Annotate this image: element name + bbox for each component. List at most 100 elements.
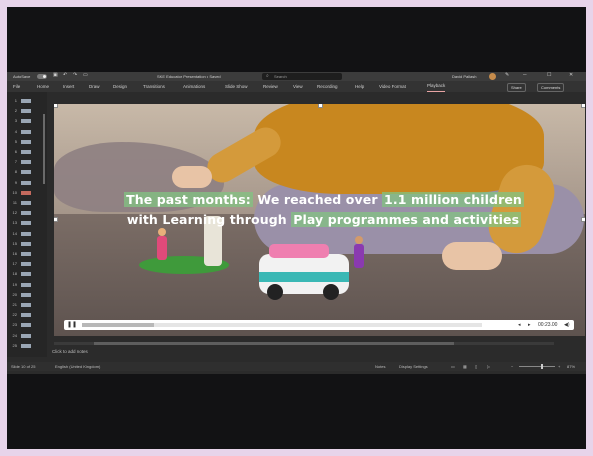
zoom-in-icon[interactable]: +	[558, 362, 560, 371]
slide-thumbnail[interactable]: 17	[9, 261, 45, 267]
volume-icon[interactable]: ◀)	[564, 320, 570, 330]
tab-design[interactable]: Design	[113, 81, 127, 92]
slide-canvas[interactable]: The past months: We reached over 1.1 mil…	[54, 104, 585, 336]
zoom-out-icon[interactable]: −	[511, 362, 513, 371]
slide-thumbnail[interactable]: 8	[9, 169, 45, 175]
slide-thumbnail[interactable]: 24	[9, 333, 45, 339]
undo-icon[interactable]: ↶	[63, 72, 67, 79]
slide-thumbnail-preview	[21, 252, 31, 256]
slide-thumbnail[interactable]: 15	[9, 241, 45, 247]
scrollbar-thumb[interactable]	[94, 342, 454, 345]
tab-view[interactable]: View	[293, 81, 303, 92]
tab-file[interactable]: File	[13, 81, 20, 92]
reading-view-icon[interactable]: ▯	[475, 362, 477, 371]
minimize-icon[interactable]: ─	[523, 72, 527, 79]
tab-review[interactable]: Review	[263, 81, 278, 92]
comments-button[interactable]: Comments	[537, 83, 565, 92]
zoom-level[interactable]: 87%	[567, 362, 575, 371]
slide-thumbnail-number: 8	[14, 169, 17, 175]
zoom-slider[interactable]	[519, 364, 555, 369]
save-icon[interactable]: ▣	[53, 72, 58, 79]
slide-thumbnail[interactable]: 13	[9, 220, 45, 226]
search-placeholder: Search	[274, 74, 287, 79]
slide-thumbnail-number: 17	[12, 261, 17, 267]
pause-icon[interactable]: ❚❚	[67, 322, 77, 328]
slide-thumbnail-number: 14	[12, 230, 17, 236]
present-icon[interactable]: ▭	[83, 72, 88, 79]
slide-thumbnail-preview	[21, 119, 31, 124]
user-name[interactable]: David Pallash	[452, 72, 476, 81]
avatar[interactable]	[489, 73, 496, 80]
slide-thumbnail[interactable]: 23	[9, 322, 45, 328]
display-settings-button[interactable]: Display Settings	[399, 362, 428, 371]
slide-thumbnail[interactable]: 12	[9, 210, 45, 216]
slide-sorter-icon[interactable]: ▦	[463, 362, 467, 371]
slide-thumbnail[interactable]: 3	[9, 118, 45, 124]
slide-thumbnail-preview	[21, 323, 31, 328]
title-bar: AutoSave ▣ ↶ ↷ ▭ SKE Educator Presentati…	[7, 72, 586, 81]
tab-home[interactable]: Home	[37, 81, 49, 92]
resize-handle[interactable]	[54, 217, 58, 222]
slide-thumbnail-preview	[21, 129, 31, 134]
document-title[interactable]: SKE Educator Presentation • Saved	[157, 72, 221, 81]
child-hand-right	[442, 242, 502, 270]
slide-thumbnail-number: 15	[12, 240, 17, 246]
tab-video-format[interactable]: Video Format	[379, 81, 406, 92]
video-progress-track[interactable]	[82, 323, 482, 327]
slide-thumbnail[interactable]: 2	[9, 108, 45, 114]
slide-thumbnail-number: 20	[12, 291, 17, 297]
rewind-icon[interactable]: ◂	[518, 320, 521, 330]
notes-button[interactable]: Notes	[375, 362, 385, 371]
slide-thumbnail[interactable]: 22	[9, 312, 45, 318]
slide-thumbnail-number: 10	[12, 189, 17, 195]
slide-thumbnail[interactable]: 10	[9, 190, 45, 196]
search-box[interactable]: ⌕ Search	[262, 73, 342, 80]
slide-caption[interactable]: The past months: We reached over 1.1 mil…	[99, 190, 549, 230]
tab-help[interactable]: Help	[355, 81, 364, 92]
slide-thumbnail-preview	[21, 160, 31, 165]
slide-thumbnail[interactable]: 20	[9, 292, 45, 298]
video-progress-fill	[82, 323, 154, 327]
slide-thumbnail[interactable]: 18	[9, 271, 45, 277]
slide-thumbnail[interactable]: 19	[9, 282, 45, 288]
lego-car-trim	[259, 272, 349, 282]
child-sweater	[254, 104, 544, 194]
caption-text: We reached over	[252, 192, 383, 207]
tab-insert[interactable]: Insert	[63, 81, 74, 92]
resize-handle[interactable]	[581, 104, 585, 108]
slide-thumbnail[interactable]: 14	[9, 231, 45, 237]
tab-slide-show[interactable]: Slide Show	[225, 81, 248, 92]
resize-handle[interactable]	[54, 104, 58, 108]
slide-thumbnail[interactable]: 25	[9, 343, 45, 349]
autosave-toggle[interactable]	[37, 74, 47, 79]
resize-handle[interactable]	[581, 217, 585, 222]
tab-animations[interactable]: Animations	[183, 81, 205, 92]
tab-transitions[interactable]: Transitions	[143, 81, 165, 92]
slide-thumbnail[interactable]: 9	[9, 180, 45, 186]
resize-handle[interactable]	[318, 104, 323, 108]
pen-icon[interactable]: ✎	[505, 72, 509, 79]
language-indicator[interactable]: English (United Kingdom)	[55, 362, 100, 371]
slide-thumbnail[interactable]: 21	[9, 302, 45, 308]
slide-thumbnail[interactable]: 6	[9, 149, 45, 155]
slide-thumbnail-pane: 1 2 3 4 5 6 7 8 9 10 11 12 13 14 15 16 17 18 19 20 21 22 23 24 2…	[7, 92, 47, 357]
slideshow-icon[interactable]: ▷	[487, 362, 490, 371]
tab-playback[interactable]: Playback	[427, 81, 446, 92]
notes-placeholder[interactable]: Click to add notes	[52, 349, 88, 354]
horizontal-scrollbar[interactable]	[54, 342, 554, 345]
close-icon[interactable]: ✕	[569, 72, 573, 79]
tab-recording[interactable]: Recording	[317, 81, 338, 92]
normal-view-icon[interactable]: ▭	[451, 362, 455, 371]
share-button[interactable]: Share	[507, 83, 526, 92]
slide-thumbnail-number: 13	[12, 220, 17, 226]
slide-thumbnail[interactable]: 5	[9, 139, 45, 145]
maximize-icon[interactable]: ☐	[547, 72, 551, 79]
tab-draw[interactable]: Draw	[89, 81, 100, 92]
forward-icon[interactable]: ▸	[528, 320, 531, 330]
slide-thumbnail[interactable]: 4	[9, 129, 45, 135]
slide-thumbnail[interactable]: 16	[9, 251, 45, 257]
redo-icon[interactable]: ↷	[73, 72, 77, 79]
slide-thumbnail[interactable]: 7	[9, 159, 45, 165]
slide-thumbnail[interactable]: 11	[9, 200, 45, 206]
slide-thumbnail[interactable]: 1	[9, 98, 45, 104]
